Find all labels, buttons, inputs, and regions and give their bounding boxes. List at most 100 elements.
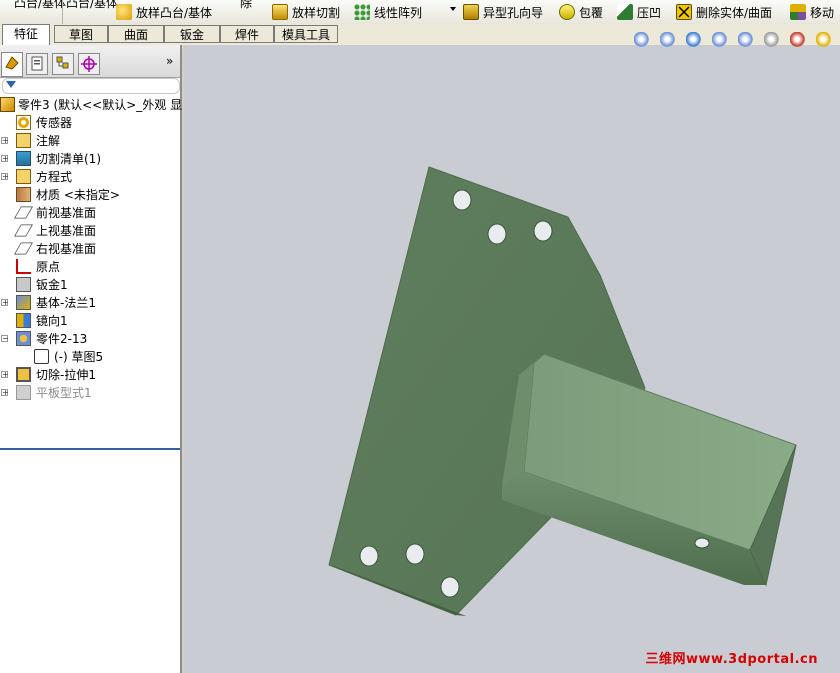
tree-item[interactable]: + 平板型式1 xyxy=(0,384,180,402)
equations-icon xyxy=(16,169,31,184)
tree-item[interactable]: + 切割清单(1) xyxy=(0,150,180,168)
expand-toggle-icon[interactable]: + xyxy=(1,299,9,307)
tree-item-label: 传感器 xyxy=(36,116,73,130)
tree-item-label: 钣金1 xyxy=(36,278,68,292)
derived-part-icon xyxy=(16,331,31,346)
tab-sheet-metal[interactable]: 钣金 xyxy=(164,25,220,43)
tree-item-label: 切除-拉伸1 xyxy=(36,368,96,382)
tree-item[interactable]: (-) 草图5 xyxy=(0,348,180,366)
tab-features[interactable]: 特征 xyxy=(2,24,50,45)
tree-item-label: 上视基准面 xyxy=(36,224,97,238)
delete-body-button[interactable]: 删除实体/曲面 xyxy=(676,2,772,22)
loft-cut-button[interactable]: 放样切割 xyxy=(272,2,340,22)
sensor-icon xyxy=(16,115,31,130)
filter-icon xyxy=(6,81,16,88)
rollback-bar[interactable] xyxy=(0,448,180,450)
expand-toggle-icon[interactable]: − xyxy=(1,335,9,343)
part-icon xyxy=(0,97,15,112)
tree-item[interactable]: 上视基准面 xyxy=(0,222,180,240)
tree-filter-input[interactable] xyxy=(2,78,180,94)
tree-item-label: 右视基准面 xyxy=(36,242,97,256)
expand-toggle-icon[interactable]: + xyxy=(1,371,9,379)
tree-item[interactable]: − 零件2-13 xyxy=(0,330,180,348)
loft-cut-label: 放样切割 xyxy=(292,5,341,20)
loft-boss-label: 放样凸台/基体 xyxy=(136,5,213,20)
tree-item[interactable]: + 切除-拉伸1 xyxy=(0,366,180,384)
configuration-manager-tab[interactable] xyxy=(52,53,74,75)
tree-item[interactable]: 材质 <未指定> xyxy=(0,186,180,204)
tree-item-label: 前视基准面 xyxy=(36,206,97,220)
plate-hole xyxy=(452,189,472,211)
cut-off-label[interactable]: 除 xyxy=(240,0,252,11)
sketch-icon xyxy=(34,349,49,364)
tree-item-label: 切割清单(1) xyxy=(36,152,101,166)
tree-item[interactable]: + 方程式 xyxy=(0,168,180,186)
tree-item-label: 方程式 xyxy=(36,170,73,184)
cut-off-label[interactable]: 凸台/基体 xyxy=(66,0,118,11)
move-copy-body-label: 移动 xyxy=(810,5,835,20)
tree-item[interactable]: 镜向1 xyxy=(0,312,180,330)
wrap-label: 包覆 xyxy=(579,5,604,20)
indent-icon xyxy=(617,4,633,20)
dimxpert-tab[interactable] xyxy=(78,53,100,75)
hole-wizard-button[interactable]: 异型孔向导 xyxy=(463,2,543,22)
tree-item[interactable]: 前视基准面 xyxy=(0,204,180,222)
tree-item[interactable]: 原点 xyxy=(0,258,180,276)
mirror-icon xyxy=(16,313,31,328)
tree-item[interactable]: 钣金1 xyxy=(0,276,180,294)
indent-button[interactable]: 压凹 xyxy=(617,2,661,22)
tree-item-label: 镜向1 xyxy=(36,314,68,328)
tree-item[interactable]: 右视基准面 xyxy=(0,240,180,258)
tree-item-label: 零件2-13 xyxy=(36,332,88,346)
tree-item-label: 基体-法兰1 xyxy=(36,296,96,310)
tab-weldments[interactable]: 焊件 xyxy=(220,25,274,43)
base-flange-icon xyxy=(16,295,31,310)
dropdown-arrow-icon[interactable] xyxy=(450,7,456,11)
cut-off-label[interactable]: 凸台/基体 xyxy=(14,0,66,11)
loft-boss-button[interactable]: 放样凸台/基体 xyxy=(116,2,212,22)
cut-extrude-icon xyxy=(16,367,31,382)
loft-cut-icon xyxy=(272,4,288,20)
part-model[interactable] xyxy=(184,45,840,673)
sheet-metal-icon xyxy=(16,277,31,292)
linear-pattern-button[interactable]: 线性阵列 xyxy=(354,2,422,22)
plane-icon xyxy=(14,224,33,237)
tab-surfaces[interactable]: 曲面 xyxy=(108,25,164,43)
tree-root-label: 零件3 (默认<<默认>_外观 显 xyxy=(18,98,183,112)
tree-root[interactable]: 零件3 (默认<<默认>_外观 显 xyxy=(0,96,183,114)
features-toolbar: 凸台/基体 凸台/基体 除 放样凸台/基体 放样切割 线性阵列 异型孔向导 包覆… xyxy=(0,0,840,25)
wrap-button[interactable]: 包覆 xyxy=(559,2,603,22)
expand-toggle-icon[interactable]: + xyxy=(1,155,9,163)
plate-hole xyxy=(533,220,553,242)
tree-item[interactable]: 传感器 xyxy=(0,114,180,132)
linear-pattern-label: 线性阵列 xyxy=(374,5,423,20)
flat-pattern-icon xyxy=(16,385,31,400)
linear-pattern-icon xyxy=(354,4,370,20)
tree-item[interactable]: + 基体-法兰1 xyxy=(0,294,180,312)
property-manager-tab[interactable] xyxy=(26,53,48,75)
delete-body-icon xyxy=(676,4,692,20)
tree-item[interactable]: + 注解 xyxy=(0,132,180,150)
tree-item-label: (-) 草图5 xyxy=(54,350,104,364)
expand-toggle-icon[interactable]: + xyxy=(1,389,9,397)
tree-item-label: 材质 <未指定> xyxy=(36,188,120,202)
more-tabs-button[interactable]: » xyxy=(166,54,173,68)
tree-item-label: 注解 xyxy=(36,134,61,148)
expand-toggle-icon[interactable]: + xyxy=(1,137,9,145)
plate-hole xyxy=(405,543,425,565)
panel-tab-strip: » xyxy=(0,45,180,78)
origin-icon xyxy=(16,259,31,274)
delete-body-label: 删除实体/曲面 xyxy=(696,5,773,20)
expand-toggle-icon[interactable]: + xyxy=(1,173,9,181)
hole-wizard-icon xyxy=(463,4,479,20)
graphics-viewport[interactable]: 三维网www.3dportal.cn xyxy=(184,32,840,673)
tab-sketch[interactable]: 草图 xyxy=(54,25,108,43)
feature-manager-panel: » 零件3 (默认<<默认>_外观 显 传感器 + 注解 + 切割清单(1) + 方程式材质… xyxy=(0,45,182,673)
plate-hole xyxy=(359,545,379,567)
indent-label: 压凹 xyxy=(637,5,662,20)
toolbar-separator xyxy=(62,0,63,24)
move-copy-body-button[interactable]: 移动 xyxy=(790,2,834,22)
hole-wizard-label: 异型孔向导 xyxy=(483,5,544,20)
feature-manager-tab[interactable] xyxy=(1,52,23,77)
tab-mold-tools[interactable]: 模具工具 xyxy=(274,25,338,43)
